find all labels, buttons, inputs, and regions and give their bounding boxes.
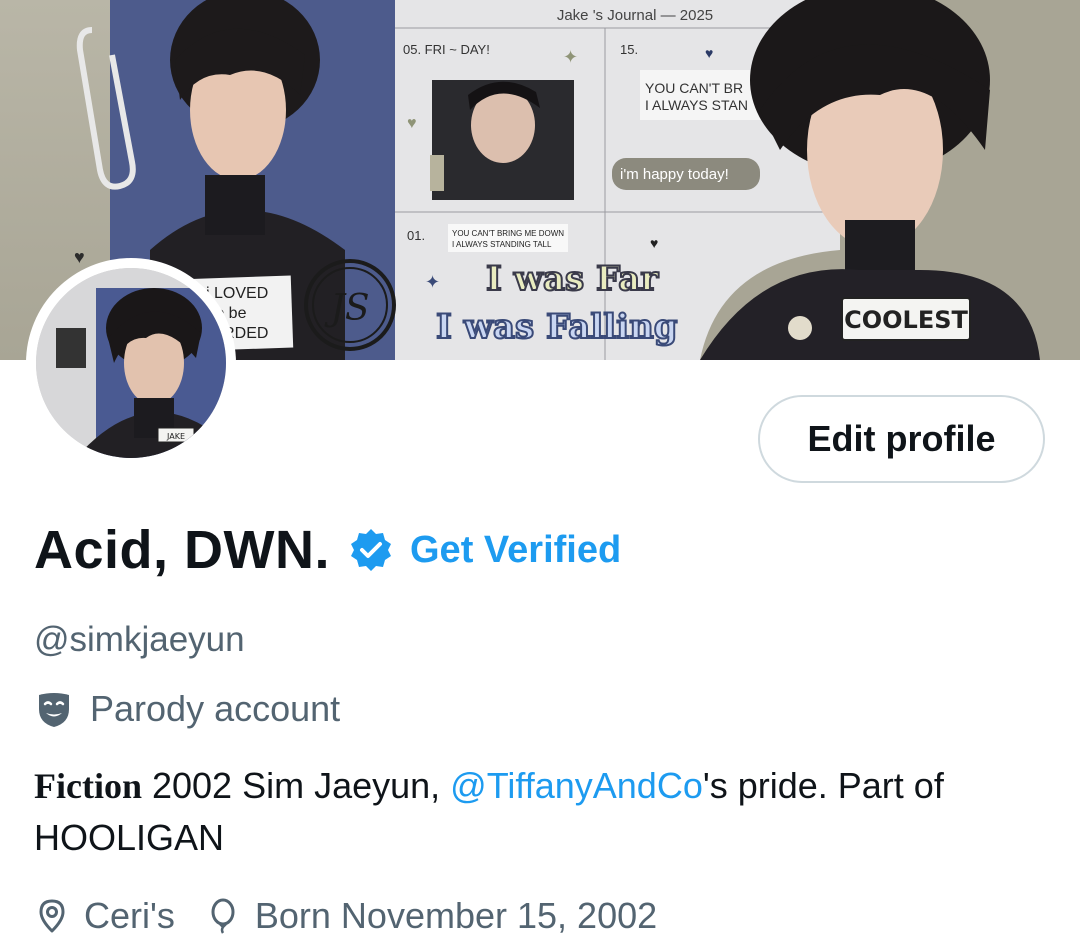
note-line: YOU CAN'T BR: [645, 80, 743, 96]
balloon-icon: [205, 898, 241, 934]
bio-fiction-word: Fiction: [34, 766, 142, 806]
heart-icon: ♥: [650, 235, 658, 251]
sparkle-icon: ✦: [425, 272, 440, 292]
day-label: 05. FRI ~ DAY!: [403, 42, 490, 57]
small-note: I ALWAYS STANDING TALL: [452, 240, 552, 249]
small-note: YOU CAN'T BRING ME DOWN: [452, 229, 564, 238]
journal-title: Jake 's Journal — 2025: [557, 7, 713, 24]
avatar-image: JAKE: [36, 268, 226, 458]
bio-mention-link[interactable]: @TiffanyAndCo: [450, 765, 703, 806]
monogram: JS: [323, 288, 369, 329]
location-pin-icon: [34, 898, 70, 934]
parody-label-row: Parody account: [34, 688, 340, 730]
script-line: I was Far: [486, 259, 659, 299]
heart-icon: ♥: [74, 247, 85, 267]
sparkle-icon: ✦: [563, 47, 578, 67]
day-label: 15.: [620, 42, 638, 57]
edit-profile-button[interactable]: Edit profile: [758, 395, 1045, 483]
heart-icon: ♥: [705, 45, 713, 61]
profile-bio: Fiction 2002 Sim Jaeyun, @TiffanyAndCo's…: [34, 760, 1044, 864]
parody-account-label: Parody account: [90, 688, 341, 729]
sticker-text: COOLEST: [844, 306, 968, 334]
profile-avatar[interactable]: JAKE: [26, 258, 236, 468]
avatar-tag: JAKE: [166, 432, 185, 441]
username-handle: @simkjaeyun: [34, 620, 245, 659]
theater-masks-icon: [34, 689, 74, 729]
location-text: Ceri's: [84, 895, 175, 936]
day-label: 01.: [407, 228, 425, 243]
profile-meta-row: Ceri's Born November 15, 2002: [34, 895, 657, 937]
name-row: Acid, DWN. Get Verified: [34, 518, 621, 582]
script-line: I was Falling: [436, 307, 678, 347]
verified-badge-icon[interactable]: [348, 527, 394, 573]
bio-text: 2002 Sim Jaeyun,: [141, 765, 451, 806]
heart-icon: ♥: [407, 115, 417, 132]
get-verified-link[interactable]: Get Verified: [410, 529, 621, 572]
birthday-text: Born November 15, 2002: [254, 895, 658, 936]
bubble-text: i'm happy today!: [620, 166, 729, 183]
display-name: Acid, DWN.: [34, 520, 330, 580]
note-line: I ALWAYS STAN: [645, 97, 748, 113]
